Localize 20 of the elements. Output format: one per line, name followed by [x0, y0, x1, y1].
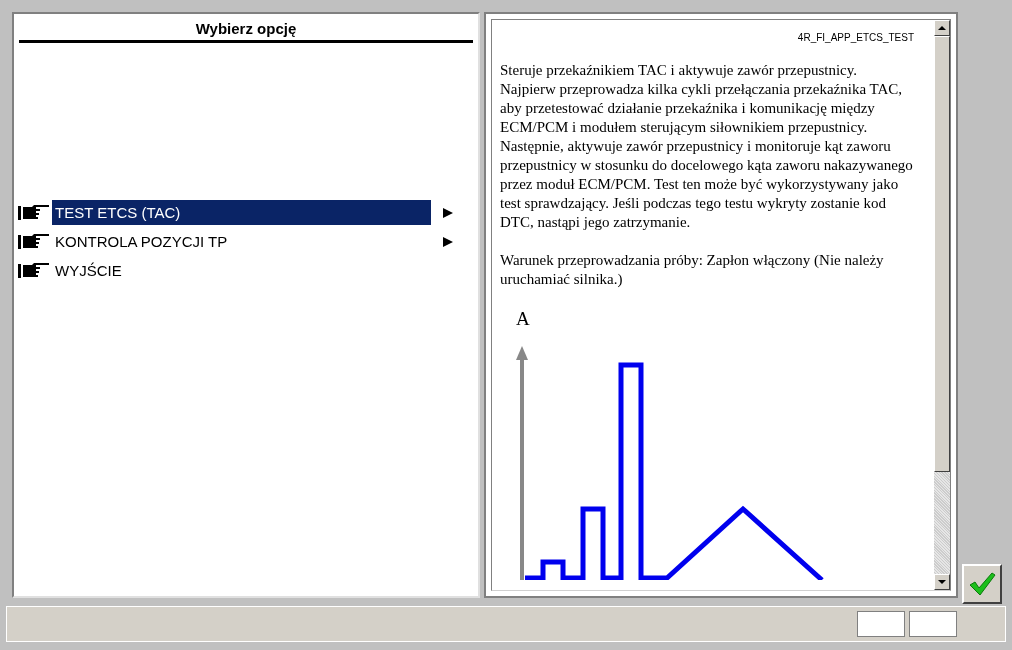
scrollbar-thumb[interactable]	[934, 36, 950, 472]
menu-item[interactable]: KONTROLA POZYCJI TP	[52, 229, 431, 254]
pointing-hand-icon	[18, 233, 50, 250]
scroll-down-button[interactable]	[934, 574, 950, 590]
test-code: 4R_FI_APP_ETCS_TEST	[796, 32, 914, 43]
axis-label: A	[516, 308, 530, 330]
pointing-hand-icon	[18, 204, 50, 221]
caret-down-icon	[938, 580, 946, 584]
checkmark-icon	[968, 571, 996, 597]
menu-item[interactable]: TEST ETCS (TAC)	[52, 200, 431, 225]
description-text: Warunek przeprowadzania próby: Zapłon włączony (Nie należy uruchamiać silnika.)	[500, 251, 885, 289]
confirm-button[interactable]	[962, 564, 1002, 604]
scroll-up-button[interactable]	[934, 20, 950, 36]
caret-up-icon	[938, 26, 946, 30]
status-field	[857, 611, 905, 637]
menu-title: Wybierz opcję	[194, 19, 298, 39]
description-text: Steruje przekaźnikiem TAC i aktywuje zawór przepustnicy. Najpierw przeprowadza kilka cykli przełączania przekaźnika TAC, aby przetestować działanie przekaźnika i komunikację między ECM/PCM i modułem sterującym siłownikiem przepustnicy. Następnie, aktywuje zawór przepustnicy i monitoruje kąt zaworu przepustnicy w stosunku do docelowego kąta zaworu nakazywanego przez moduł ECM/PCM. Test ten może być wykorzystywany jako test sprawdzający. Jeśli podczas tego testu wykryty zostanie kod DTC, nastąpi jego zatrzymanie.	[500, 61, 914, 232]
pointing-hand-icon	[18, 262, 50, 279]
status-field	[909, 611, 957, 637]
menu-item[interactable]: WYJŚCIE	[52, 258, 431, 283]
